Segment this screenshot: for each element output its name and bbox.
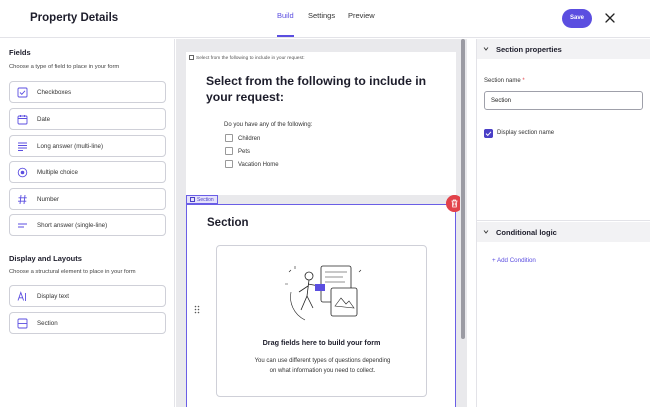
section-icon [189, 55, 194, 60]
chevron-down-icon [483, 230, 489, 234]
radio-choice-icon [17, 167, 28, 178]
field-date[interactable]: Date [9, 108, 166, 130]
layout-display-text[interactable]: Display text [9, 285, 166, 307]
field-label: Short answer (single-line) [37, 222, 108, 229]
chevron-down-icon [483, 47, 489, 51]
text-format-icon [17, 291, 26, 301]
conditional-logic-heading: Conditional logic [496, 228, 557, 237]
section-name-label-text: Section name [484, 78, 521, 84]
close-icon[interactable] [604, 12, 616, 24]
drop-zone-description: You can use different types of questions… [254, 358, 391, 374]
hash-icon [18, 194, 27, 205]
page-heading: Select from the following to include in … [206, 74, 427, 104]
field-label: Long answer (multi-line) [37, 143, 104, 150]
section-name-input[interactable]: Section [484, 91, 643, 110]
field-short-answer[interactable]: Short answer (single-line) [9, 214, 166, 236]
active-tab-indicator [277, 35, 294, 37]
section-heading: Section [207, 217, 249, 229]
section-properties-heading: Section properties [496, 45, 562, 54]
checkbox-icon [17, 87, 28, 98]
layout-section[interactable]: Section [9, 312, 166, 334]
layout-label: Section [37, 320, 58, 327]
section-properties-header[interactable]: Section properties [477, 39, 650, 59]
selected-section-block[interactable]: Section Drag fields here to build your f… [186, 204, 456, 407]
field-palette: Fields Choose a type of field to place i… [0, 39, 175, 407]
single-line-text-icon [18, 223, 27, 228]
conditional-logic-header[interactable]: Conditional logic [477, 222, 650, 242]
page-title: Property Details [30, 12, 119, 24]
scrollbar-thumb[interactable] [461, 39, 465, 339]
calendar-icon [17, 115, 28, 125]
section-name-value: Section [491, 98, 512, 104]
required-mark: * [522, 78, 525, 84]
divider [477, 220, 650, 221]
option-children[interactable]: Children [225, 134, 260, 142]
top-bar: Property Details Build Settings Preview … [0, 0, 650, 38]
multiline-text-icon [18, 142, 27, 151]
block-label: Select from the following to include in … [189, 55, 305, 61]
display-section-name-label: Display section name [497, 130, 555, 136]
properties-panel: Section properties Section name * Sectio… [476, 39, 650, 407]
section-icon [17, 318, 28, 329]
checkbox-icon [225, 147, 233, 155]
option-label: Pets [238, 149, 251, 155]
tab-settings[interactable]: Settings [308, 11, 335, 20]
drop-zone-title: Drag fields here to build your form [262, 338, 381, 347]
drag-handle-icon[interactable] [194, 305, 200, 314]
add-condition-link[interactable]: + Add Condition [492, 257, 536, 264]
layouts-subheading: Choose a structural element to place in … [9, 269, 136, 275]
field-label: Multiple choice [37, 169, 78, 176]
layout-label: Display text [37, 293, 69, 300]
form-page-block[interactable]: Select from the following to include in … [186, 52, 456, 195]
section-tag-text: Section [197, 197, 214, 203]
save-button[interactable]: Save [562, 9, 592, 28]
field-number[interactable]: Number [9, 188, 166, 210]
field-multiple-choice[interactable]: Multiple choice [9, 161, 166, 183]
option-label: Vacation Home [238, 162, 279, 168]
fields-heading: Fields [9, 48, 31, 57]
field-label: Date [37, 116, 51, 123]
field-label: Number [37, 196, 60, 203]
block-label-text: Select from the following to include in … [196, 56, 305, 61]
field-long-answer[interactable]: Long answer (multi-line) [9, 135, 166, 157]
display-section-name-checkbox[interactable] [484, 129, 493, 138]
section-tag: Section [186, 195, 218, 204]
layouts-heading: Display and Layouts [9, 254, 82, 263]
tab-build[interactable]: Build [277, 11, 294, 20]
drop-zone[interactable]: Drag fields here to build your form You … [216, 245, 427, 397]
checkbox-icon [225, 134, 233, 142]
drag-illustration-icon [285, 265, 362, 321]
section-name-label: Section name * [484, 78, 525, 84]
question-label: Do you have any of the following: [224, 122, 313, 128]
scrollbar-track[interactable] [460, 39, 467, 407]
checkbox-icon [225, 160, 233, 168]
form-canvas: Select from the following to include in … [176, 39, 467, 407]
fields-subheading: Choose a type of field to place in your … [9, 64, 120, 70]
tab-preview[interactable]: Preview [348, 11, 375, 20]
section-icon [190, 197, 195, 202]
field-label: Checkboxes [37, 89, 72, 96]
field-checkboxes[interactable]: Checkboxes [9, 81, 166, 103]
option-label: Children [238, 136, 261, 142]
option-vacation-home[interactable]: Vacation Home [225, 160, 279, 168]
option-pets[interactable]: Pets [225, 147, 250, 155]
